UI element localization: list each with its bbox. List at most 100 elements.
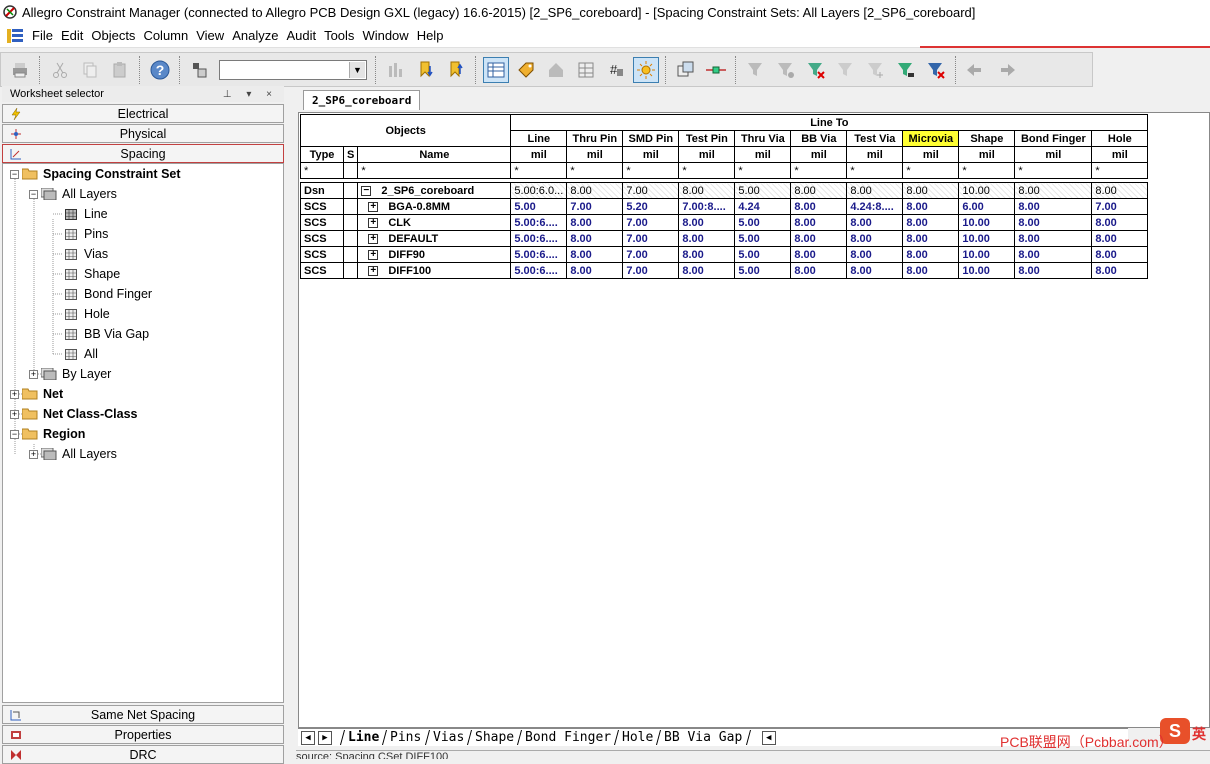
toolbar-button-9[interactable]: [633, 56, 659, 83]
tree-net[interactable]: + Net: [10, 384, 63, 404]
filter-cell[interactable]: *: [357, 162, 512, 179]
value-cell[interactable]: 5.00:6....: [510, 262, 568, 279]
column-header[interactable]: Test Pin: [678, 130, 736, 147]
tree-item-line[interactable]: Line: [65, 204, 108, 224]
expand-icon[interactable]: +: [368, 265, 379, 276]
tab-prev-button[interactable]: ◀: [301, 730, 315, 745]
value-cell[interactable]: 7.00: [622, 214, 680, 231]
value-cell[interactable]: 7.00: [566, 198, 624, 215]
value-cell[interactable]: 10.00: [958, 262, 1016, 279]
value-cell[interactable]: 5.00: [734, 246, 792, 263]
menu-file[interactable]: File: [28, 28, 57, 43]
value-cell[interactable]: 6.00: [958, 198, 1016, 215]
toolbar-button-7[interactable]: [573, 57, 599, 83]
value-cell[interactable]: 8.00: [566, 246, 624, 263]
value-cell[interactable]: 8.00: [566, 230, 624, 247]
table-row[interactable]: Dsn −2_SP6_coreboard 5.00:6.0... 8.00 7.…: [300, 182, 1149, 199]
value-cell[interactable]: 8.00: [1014, 198, 1093, 215]
table-row[interactable]: SCS + DEFAULT 5.00:6.... 8.00 7.00 8.00 5…: [300, 230, 1149, 247]
column-header[interactable]: Thru Pin: [566, 130, 624, 147]
name-cell[interactable]: −2_SP6_coreboard: [357, 182, 512, 199]
menu-audit[interactable]: Audit: [282, 28, 320, 43]
value-cell[interactable]: 8.00: [846, 214, 904, 231]
cut-button[interactable]: [47, 57, 73, 83]
toolbar-button-3[interactable]: [443, 57, 469, 83]
print-button[interactable]: [7, 57, 33, 83]
value-cell[interactable]: 8.00: [1014, 182, 1093, 199]
value-cell[interactable]: 5.20: [622, 198, 680, 215]
column-header[interactable]: Bond Finger: [1014, 130, 1093, 147]
tree-spacing-constraint-set[interactable]: − Spacing Constraint Set: [10, 164, 181, 184]
value-cell[interactable]: 5.00: [734, 182, 792, 199]
filter-button-2[interactable]: [773, 57, 799, 83]
toolbar-button-2[interactable]: [413, 57, 439, 83]
type-header[interactable]: Type: [300, 146, 344, 163]
value-cell[interactable]: 8.00: [846, 262, 904, 279]
tree-by-layer[interactable]: + By Layer: [29, 364, 111, 384]
filter-cell[interactable]: *: [510, 162, 568, 179]
paste-button[interactable]: [107, 57, 133, 83]
toolbar-button-1[interactable]: [383, 57, 409, 83]
object-filter-button[interactable]: [187, 57, 213, 83]
toolbar-button-10[interactable]: [673, 57, 699, 83]
menu-view[interactable]: View: [192, 28, 228, 43]
value-cell[interactable]: 10.00: [958, 214, 1016, 231]
name-cell[interactable]: + CLK: [357, 214, 512, 231]
expand-icon[interactable]: +: [368, 233, 379, 244]
tree-region[interactable]: − Region: [10, 424, 85, 444]
value-cell[interactable]: 5.00:6....: [510, 214, 568, 231]
value-cell[interactable]: 8.00: [1091, 230, 1149, 247]
tab-bb-via-gap[interactable]: BB Via Gap: [656, 730, 750, 745]
filter-cell[interactable]: *: [622, 162, 680, 179]
value-cell[interactable]: 8.00: [678, 246, 736, 263]
value-cell[interactable]: 10.00: [958, 182, 1016, 199]
expand-icon[interactable]: +: [368, 217, 379, 228]
object-combo[interactable]: ▼: [219, 59, 367, 80]
tree-item-pins[interactable]: Pins: [65, 224, 108, 244]
help-button[interactable]: ?: [147, 57, 173, 83]
value-cell[interactable]: 8.00: [902, 246, 960, 263]
category-physical[interactable]: Physical: [2, 124, 284, 143]
collapse-icon[interactable]: −: [10, 169, 19, 179]
collapse-icon[interactable]: −: [10, 429, 19, 439]
category-electrical[interactable]: Electrical: [2, 104, 284, 123]
value-cell[interactable]: 7.00: [622, 230, 680, 247]
column-header[interactable]: Line: [510, 130, 568, 147]
value-cell[interactable]: 8.00: [566, 262, 624, 279]
value-cell[interactable]: 8.00: [1014, 246, 1093, 263]
value-cell[interactable]: 8.00: [902, 230, 960, 247]
expand-icon[interactable]: +: [10, 409, 19, 419]
value-cell[interactable]: 5.00:6....: [510, 230, 568, 247]
tab-pins[interactable]: Pins: [382, 730, 429, 745]
category-spacing[interactable]: Spacing: [2, 144, 284, 163]
value-cell[interactable]: 5.00: [510, 198, 568, 215]
value-cell[interactable]: 8.00: [790, 262, 848, 279]
filter-cell[interactable]: *: [678, 162, 736, 179]
toolbar-button-6[interactable]: [543, 57, 569, 83]
filter-button-6[interactable]: [893, 57, 919, 83]
name-cell[interactable]: + DIFF100: [357, 262, 512, 279]
category-drc[interactable]: DRC: [2, 745, 284, 764]
expand-icon[interactable]: +: [29, 449, 38, 459]
value-cell[interactable]: 8.00: [678, 182, 736, 199]
value-cell[interactable]: 5.00:6.0...: [510, 182, 568, 199]
value-cell[interactable]: 4.24:8....: [846, 198, 904, 215]
toolbar-button-4[interactable]: [483, 56, 509, 83]
value-cell[interactable]: 5.00:6....: [510, 246, 568, 263]
tree-item-shape[interactable]: Shape: [65, 264, 120, 284]
tree-region-all-layers[interactable]: + All Layers: [29, 444, 117, 464]
filter-cell[interactable]: *: [1091, 162, 1149, 179]
value-cell[interactable]: 8.00: [790, 182, 848, 199]
menu-edit[interactable]: Edit: [57, 28, 87, 43]
tree-item-hole[interactable]: Hole: [65, 304, 110, 324]
tab-next-button[interactable]: ▶: [318, 730, 332, 745]
tree-item-bb-via-gap[interactable]: BB Via Gap: [65, 324, 149, 344]
filter-cell[interactable]: *: [300, 162, 344, 179]
filter-button-7[interactable]: [923, 57, 949, 83]
value-cell[interactable]: 7.00: [622, 246, 680, 263]
menu-objects[interactable]: Objects: [87, 28, 139, 43]
menu-window[interactable]: Window: [358, 28, 412, 43]
table-row[interactable]: SCS + CLK 5.00:6.... 8.00 7.00 8.00 5.00 …: [300, 214, 1149, 231]
value-cell[interactable]: 8.00: [846, 182, 904, 199]
column-header[interactable]: Shape: [958, 130, 1016, 147]
